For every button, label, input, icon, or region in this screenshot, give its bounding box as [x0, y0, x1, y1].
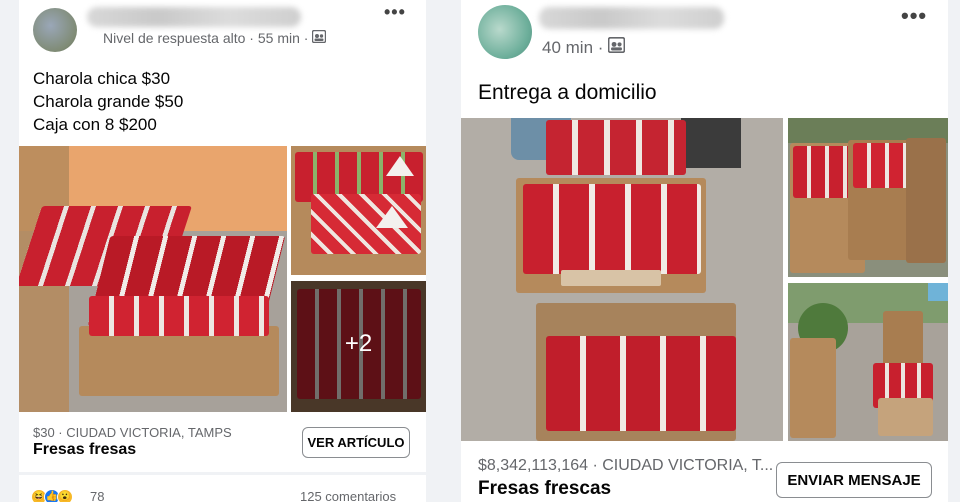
post-meta: 40 min ·: [542, 36, 626, 58]
main-product-photo[interactable]: [19, 146, 287, 412]
more-photos-count: +2: [344, 330, 373, 357]
post-meta: Nivel de respuesta alto · 55 min ·: [103, 29, 327, 46]
author-avatar[interactable]: [478, 5, 532, 59]
comments-count[interactable]: 125 comentarios: [300, 489, 396, 502]
author-name-blurred[interactable]: [87, 7, 301, 27]
listing-price-location: $8,342,113,164 · CIUDAD VICTORIA, T...: [478, 457, 774, 474]
group-icon: [608, 36, 626, 58]
third-product-photo[interactable]: [788, 283, 948, 441]
post-text-line-1: Entrega a domicilio: [478, 81, 657, 104]
post-meta-text: 40 min ·: [542, 37, 604, 57]
send-message-button[interactable]: ENVIAR MENSAJE: [776, 462, 932, 498]
post-meta-text: Nivel de respuesta alto · 55 min ·: [103, 30, 309, 46]
post-text-line-3: Caja con 8 $200: [33, 115, 157, 134]
left-post-card: Nivel de respuesta alto · 55 min · ••• C…: [19, 0, 426, 502]
right-post-card: 40 min · ••• Entrega a domicilio $8,342,…: [461, 0, 948, 502]
group-icon: [312, 29, 327, 46]
reactions-row: 😆 👍 😮 78 125 comentarios: [19, 475, 426, 502]
secondary-product-photo[interactable]: [291, 146, 426, 275]
view-item-button[interactable]: VER ARTÍCULO: [302, 427, 410, 458]
post-text-line-1: Charola chica $30: [33, 69, 171, 88]
post-text-line-2: Charola grande $50: [33, 92, 184, 111]
author-avatar[interactable]: [33, 8, 77, 52]
secondary-product-photo[interactable]: [788, 118, 948, 277]
main-product-photo[interactable]: [461, 118, 783, 441]
listing-price-location: $30 · CIUDAD VICTORIA, TAMPS: [33, 425, 232, 440]
wow-reaction-icon[interactable]: 😮: [57, 489, 73, 502]
listing-title[interactable]: Fresas frescas: [478, 478, 611, 500]
author-name-blurred[interactable]: [539, 7, 724, 29]
more-options-icon[interactable]: •••: [901, 3, 927, 29]
more-photos-tile[interactable]: +2: [291, 281, 426, 412]
listing-title[interactable]: Fresas fresas: [33, 441, 136, 459]
reactions-count[interactable]: 78: [90, 489, 104, 502]
more-options-icon[interactable]: •••: [384, 2, 406, 23]
